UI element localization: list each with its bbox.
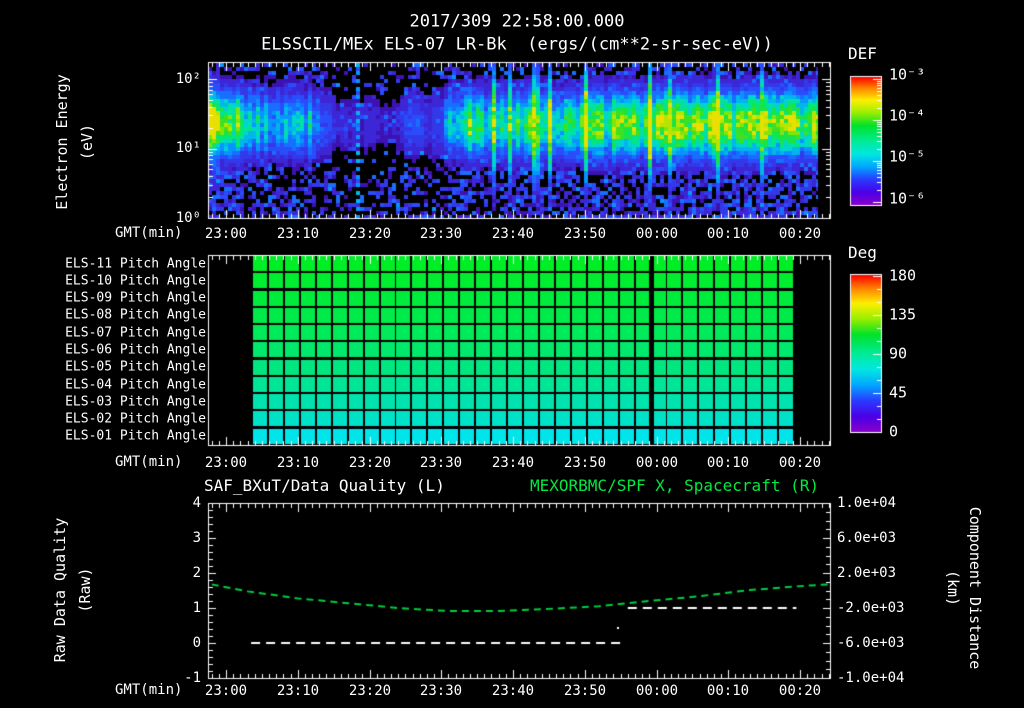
- quality-y-tick-right-1: 6.0e+03: [837, 530, 897, 546]
- quality-y-axis-title-line2: (Raw): [76, 567, 94, 613]
- distance-y-axis-title-line1: Component Distance: [966, 506, 984, 670]
- spectrogram-y-tick-0: 10²: [175, 71, 201, 87]
- quality-y-tick-right-5: -1.0e+04: [837, 670, 905, 686]
- distance-y-axis-title: Component Distance (km): [942, 507, 986, 670]
- deg-colorbar-tick-3: 45: [889, 383, 908, 402]
- pitch-row-label-1: ELS-10 Pitch Angle: [65, 273, 206, 289]
- x-tick-label-0-8: 00:20: [778, 226, 822, 242]
- deg-colorbar-title: Deg: [848, 243, 877, 262]
- x-tick-label-2-8: 00:20: [778, 683, 822, 699]
- x-tick-label-0-3: 23:30: [419, 226, 463, 242]
- def-colorbar-tick-0: 10⁻³: [889, 65, 926, 84]
- deg-colorbar-tick-1: 135: [889, 305, 917, 324]
- x-tick-label-1-5: 23:50: [563, 455, 607, 471]
- x-tick-label-2-4: 23:40: [491, 683, 535, 699]
- quality-y-tick-left-0: 4: [192, 495, 201, 511]
- x-tick-label-2-1: 23:10: [276, 683, 320, 699]
- x-tick-label-0-5: 23:50: [563, 226, 607, 242]
- x-tick-label-1-6: 00:00: [635, 455, 679, 471]
- spectrogram-y-tick-2: 10⁰: [175, 210, 201, 226]
- quality-y-axis-title: Raw Data Quality (Raw): [48, 518, 98, 663]
- quality-panel-title-right: MEXORBMC/SPF X, Spacecraft (R): [530, 476, 819, 495]
- x-tick-label-0-1: 23:10: [276, 226, 320, 242]
- plot-title-instrument: ELSSCIL/MEx ELS-07 LR-Bk (ergs/(cm**2-sr…: [261, 34, 773, 55]
- def-colorbar-tick-1: 10⁻⁴: [889, 106, 926, 125]
- pitch-row-label-2: ELS-09 Pitch Angle: [65, 290, 206, 306]
- pitch-row-label-10: ELS-01 Pitch Angle: [65, 428, 206, 444]
- x-tick-label-2-0: 23:00: [204, 683, 248, 699]
- pitch-row-label-0: ELS-11 Pitch Angle: [65, 256, 206, 272]
- x-tick-label-0-4: 23:40: [491, 226, 535, 242]
- x-tick-label-0-7: 00:10: [706, 226, 750, 242]
- plot-page: 2017/309 22:58:00.000 ELSSCIL/MEx ELS-07…: [0, 0, 1024, 708]
- spectrogram-y-tick-1: 10¹: [175, 140, 201, 156]
- quality-y-axis-title-line1: Raw Data Quality: [51, 517, 69, 663]
- pitch-row-label-5: ELS-06 Pitch Angle: [65, 342, 206, 358]
- x-tick-label-1-2: 23:20: [348, 455, 392, 471]
- quality-y-tick-left-2: 2: [192, 565, 201, 581]
- x-tick-label-2-7: 00:10: [706, 683, 750, 699]
- pitch-row-label-7: ELS-04 Pitch Angle: [65, 377, 206, 393]
- x-tick-label-2-6: 00:00: [635, 683, 679, 699]
- quality-y-tick-left-1: 3: [192, 530, 201, 546]
- x-tick-label-0-6: 00:00: [635, 226, 679, 242]
- spectrogram-y-axis-title-line2: (eV): [78, 123, 96, 161]
- quality-y-tick-right-2: 2.0e+03: [837, 565, 897, 581]
- quality-panel-title-left: SAF_BXuT/Data Quality (L): [204, 476, 445, 495]
- def-colorbar-tick-2: 10⁻⁵: [889, 147, 926, 166]
- pitch-row-label-6: ELS-05 Pitch Angle: [65, 359, 206, 375]
- quality-y-tick-left-3: 1: [192, 600, 201, 616]
- quality-gmt-label: GMT(min): [115, 682, 183, 698]
- x-tick-label-1-3: 23:30: [419, 455, 463, 471]
- pitch-row-label-4: ELS-07 Pitch Angle: [65, 325, 206, 341]
- x-tick-label-1-7: 00:10: [706, 455, 750, 471]
- deg-colorbar-tick-2: 90: [889, 344, 908, 363]
- quality-y-tick-left-5: -1: [184, 670, 201, 686]
- x-tick-label-2-3: 23:30: [419, 683, 463, 699]
- def-colorbar-title: DEF: [848, 44, 877, 63]
- spectrogram-y-axis-title: Electron Energy (eV): [50, 74, 100, 209]
- x-tick-label-2-5: 23:50: [563, 683, 607, 699]
- x-tick-label-1-4: 23:40: [491, 455, 535, 471]
- x-tick-label-2-2: 23:20: [348, 683, 392, 699]
- pitch-gmt-label: GMT(min): [115, 454, 183, 470]
- pitch-row-label-3: ELS-08 Pitch Angle: [65, 307, 206, 323]
- distance-y-axis-title-line2: (km): [944, 569, 962, 607]
- x-tick-label-1-8: 00:20: [778, 455, 822, 471]
- spectrogram-gmt-label: GMT(min): [115, 225, 183, 241]
- quality-y-tick-left-4: 0: [192, 635, 201, 651]
- pitch-row-label-9: ELS-02 Pitch Angle: [65, 411, 206, 427]
- pitch-row-label-8: ELS-03 Pitch Angle: [65, 394, 206, 410]
- def-colorbar-tick-3: 10⁻⁶: [889, 189, 926, 208]
- spectrogram-y-axis-title-line1: Electron Energy: [53, 74, 71, 210]
- quality-y-tick-right-4: -6.0e+03: [837, 635, 905, 651]
- x-tick-label-1-0: 23:00: [204, 455, 248, 471]
- deg-colorbar-tick-0: 180: [889, 266, 917, 285]
- quality-y-tick-right-3: -2.0e+03: [837, 600, 905, 616]
- x-tick-label-0-2: 23:20: [348, 226, 392, 242]
- quality-y-tick-right-0: 1.0e+04: [837, 495, 897, 511]
- deg-colorbar-tick-4: 0: [889, 422, 899, 441]
- x-tick-label-1-1: 23:10: [276, 455, 320, 471]
- x-tick-label-0-0: 23:00: [204, 226, 248, 242]
- plot-title-datetime: 2017/309 22:58:00.000: [409, 11, 625, 32]
